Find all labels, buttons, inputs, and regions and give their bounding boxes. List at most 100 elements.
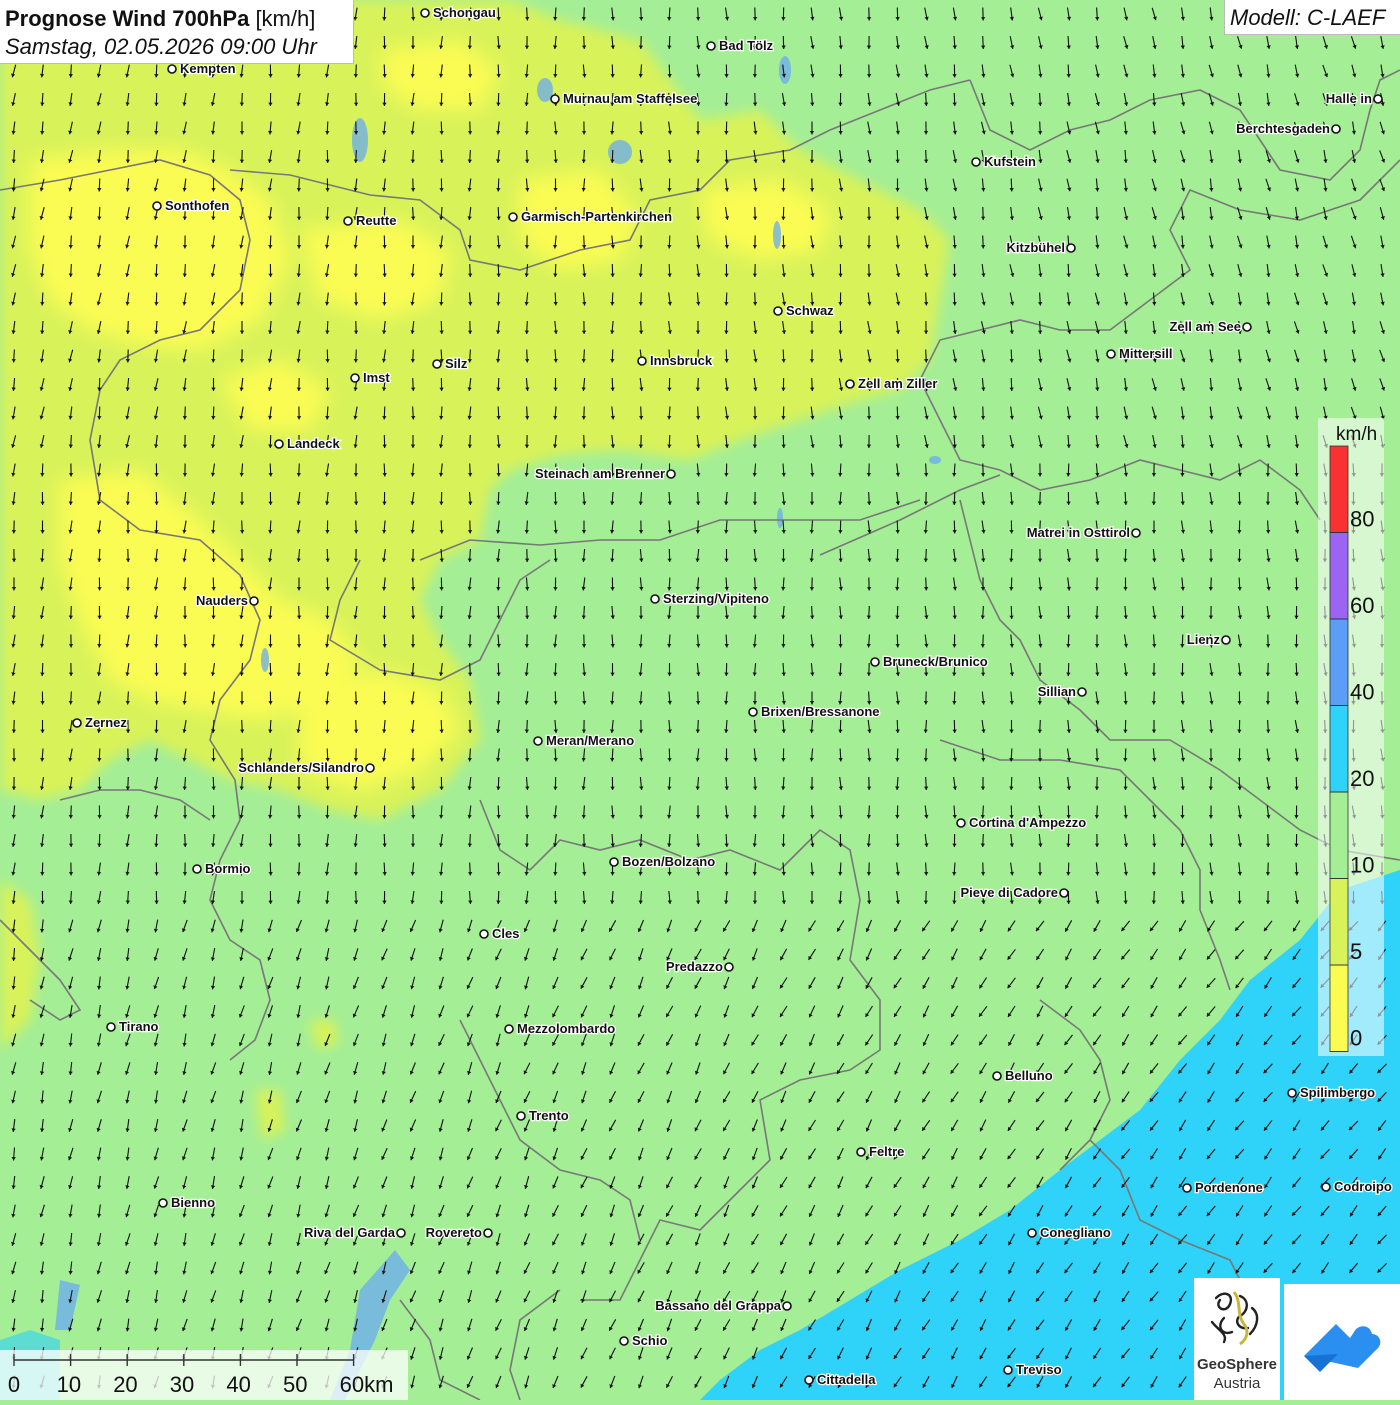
city-marker[interactable]	[344, 217, 352, 225]
city-marker[interactable]	[871, 658, 879, 666]
city-label: Garmisch-Partenkirchen	[521, 209, 672, 224]
model-label: Modell: C-LAEF	[1230, 5, 1385, 31]
city-label: Tirano	[119, 1019, 159, 1034]
legend-swatch	[1330, 446, 1348, 533]
city-marker[interactable]	[193, 865, 201, 873]
city-label: Schlanders/Silandro	[238, 760, 364, 775]
geosphere-logo-line2: Austria	[1194, 1375, 1280, 1392]
city-marker[interactable]	[168, 65, 176, 73]
city-marker[interactable]	[846, 380, 854, 388]
scale-label: 10	[57, 1372, 81, 1397]
city-label: Matrei in Osttirol	[1027, 525, 1130, 540]
city-marker[interactable]	[159, 1199, 167, 1207]
legend-swatch	[1330, 706, 1348, 793]
city-marker[interactable]	[1288, 1089, 1296, 1097]
legend-swatch	[1330, 533, 1348, 620]
city-marker[interactable]	[351, 374, 359, 382]
city-label: Innsbruck	[650, 353, 713, 368]
legend-swatch	[1330, 619, 1348, 706]
city-label: Schio	[632, 1333, 667, 1348]
arrow-cloud-icon	[1284, 1284, 1400, 1400]
city-label: Bozen/Bolzano	[622, 854, 715, 869]
city-marker[interactable]	[774, 307, 782, 315]
city-marker[interactable]	[517, 1112, 525, 1120]
city-marker[interactable]	[1078, 688, 1086, 696]
city-marker[interactable]	[1183, 1184, 1191, 1192]
city-marker[interactable]	[667, 470, 675, 478]
city-marker[interactable]	[250, 597, 258, 605]
city-marker[interactable]	[725, 963, 733, 971]
city-marker[interactable]	[421, 9, 429, 17]
city-marker[interactable]	[1028, 1229, 1036, 1237]
city-marker[interactable]	[783, 1302, 791, 1310]
city-marker[interactable]	[749, 708, 757, 716]
city-marker[interactable]	[1332, 125, 1340, 133]
city-marker[interactable]	[857, 1148, 865, 1156]
city-label: Silz	[445, 356, 468, 371]
city-label: Schwaz	[786, 303, 834, 318]
city-label: Codroipo	[1334, 1179, 1392, 1194]
city-marker[interactable]	[957, 819, 965, 827]
city-marker[interactable]	[153, 202, 161, 210]
city-marker[interactable]	[610, 858, 618, 866]
city-label: Cles	[492, 926, 519, 941]
city-marker[interactable]	[433, 360, 441, 368]
city-marker[interactable]	[551, 95, 559, 103]
city-marker[interactable]	[620, 1337, 628, 1345]
city-marker[interactable]	[1374, 95, 1382, 103]
city-marker[interactable]	[805, 1376, 813, 1384]
city-label: Pordenone	[1195, 1180, 1263, 1195]
city-marker[interactable]	[484, 1229, 492, 1237]
city-label: Sillian	[1038, 684, 1076, 699]
city-label: Brixen/Bressanone	[761, 704, 880, 719]
geosphere-logo[interactable]: GeoSphere Austria	[1194, 1278, 1280, 1400]
city-marker[interactable]	[1107, 350, 1115, 358]
scale-label: 40	[226, 1372, 250, 1397]
city-marker[interactable]	[1222, 636, 1230, 644]
city-label: Trento	[529, 1108, 569, 1123]
wind-map[interactable]: SchongauBad TölzKemptenMurnau am Staffel…	[0, 0, 1400, 1400]
city-label: Bormio	[205, 861, 251, 876]
legend-swatch	[1330, 879, 1348, 966]
city-marker[interactable]	[1243, 323, 1251, 331]
model-box: Modell: C-LAEF	[1224, 0, 1400, 35]
weather-app-logo[interactable]	[1284, 1284, 1400, 1400]
city-marker[interactable]	[366, 764, 374, 772]
city-label: Landeck	[287, 436, 341, 451]
city-marker[interactable]	[651, 595, 659, 603]
city-label: Cittadella	[817, 1372, 876, 1387]
scale-bar: 0102030405060km	[0, 1350, 408, 1400]
city-label: Bienno	[171, 1195, 215, 1210]
city-marker[interactable]	[638, 357, 646, 365]
city-marker[interactable]	[1132, 529, 1140, 537]
city-marker[interactable]	[534, 737, 542, 745]
legend-label: 20	[1350, 766, 1374, 791]
geosphere-logo-line1: GeoSphere	[1194, 1356, 1280, 1373]
map-title-bold: Prognose Wind 700hPa	[5, 6, 249, 31]
city-label: Lienz	[1187, 632, 1221, 647]
city-marker[interactable]	[73, 719, 81, 727]
city-marker[interactable]	[972, 158, 980, 166]
city-marker[interactable]	[397, 1229, 405, 1237]
scale-label: 0	[8, 1372, 20, 1397]
city-marker[interactable]	[107, 1023, 115, 1031]
city-marker[interactable]	[1060, 889, 1068, 897]
city-marker[interactable]	[509, 213, 517, 221]
city-marker[interactable]	[505, 1025, 513, 1033]
city-marker[interactable]	[1004, 1366, 1012, 1374]
city-label: Rovereto	[426, 1225, 482, 1240]
city-marker[interactable]	[275, 440, 283, 448]
scale-label: 50	[283, 1372, 307, 1397]
geosphere-emblem-icon	[1194, 1278, 1280, 1354]
city-marker[interactable]	[1067, 244, 1075, 252]
city-label: Cortina d'Ampezzo	[969, 815, 1086, 830]
city-label: Sonthofen	[165, 198, 229, 213]
city-marker[interactable]	[480, 930, 488, 938]
city-marker[interactable]	[1322, 1183, 1330, 1191]
scale-label: 60km	[340, 1372, 394, 1397]
city-marker[interactable]	[707, 42, 715, 50]
city-label: Pieve di Cadore	[960, 885, 1058, 900]
city-marker[interactable]	[993, 1072, 1001, 1080]
legend-label: 5	[1350, 939, 1362, 964]
city-label: Berchtesgaden	[1236, 121, 1330, 136]
